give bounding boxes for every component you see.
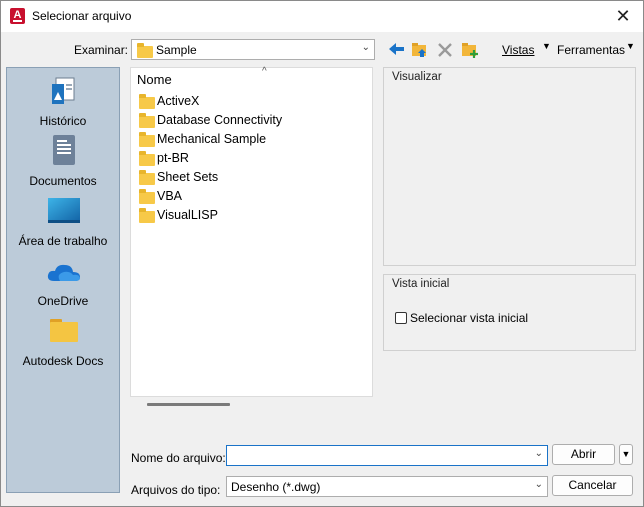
place-onedrive[interactable]: OneDrive	[7, 252, 119, 310]
filetype-label: Arquivos do tipo:	[131, 483, 221, 497]
up-one-level-button[interactable]	[410, 40, 430, 60]
initial-view-group: Vista inicial Selecionar vista inicial	[383, 274, 636, 351]
folder-icon	[50, 319, 78, 342]
documents-icon	[53, 135, 75, 165]
delete-icon	[438, 43, 452, 57]
list-item-label: Database Connectivity	[157, 113, 283, 127]
open-label: Abrir	[570, 447, 597, 461]
folder-icon	[139, 189, 155, 204]
close-button[interactable]: ✕	[603, 1, 643, 32]
place-desktop[interactable]: Área de trabalho	[7, 192, 119, 250]
select-file-dialog: A Selecionar arquivo ✕ Examinar: Sample …	[0, 0, 644, 507]
chevron-down-icon: ⌄	[534, 448, 543, 459]
views-label: Vistas	[502, 43, 535, 57]
look-in-value: Sample	[156, 43, 197, 57]
up-folder-icon	[412, 43, 426, 57]
folder-icon	[137, 43, 153, 58]
tools-menu[interactable]: Ferramentas	[557, 43, 625, 57]
open-options-button[interactable]: ▼	[619, 444, 633, 465]
chevron-down-icon: ⌄	[534, 479, 543, 490]
place-label: Histórico	[39, 114, 87, 128]
tools-dropdown-arrow-icon[interactable]: ▼	[626, 41, 635, 51]
back-button[interactable]	[386, 40, 406, 60]
filetype-value: Desenho (*.dwg)	[231, 480, 321, 494]
dropdown-arrow-icon: ▼	[621, 449, 631, 459]
delete-button[interactable]	[435, 40, 455, 60]
list-item-label: pt-BR	[157, 151, 189, 165]
back-arrow-icon	[389, 43, 404, 55]
place-autodesk-docs[interactable]: Autodesk Docs	[7, 312, 119, 370]
desktop-icon	[48, 198, 80, 223]
folder-icon	[139, 208, 155, 223]
sort-ascending-icon: ^	[262, 66, 267, 77]
folder-icon	[139, 113, 155, 128]
places-bar: Histórico Documentos Área de trabalho On…	[6, 67, 120, 493]
place-label: Área de trabalho	[18, 234, 108, 248]
list-item-label: Sheet Sets	[157, 170, 219, 184]
folder-icon	[139, 170, 155, 185]
preview-title: Visualizar	[392, 71, 442, 83]
look-in-label: Examinar:	[74, 43, 129, 57]
look-in-dropdown[interactable]: Sample ⌄	[131, 39, 375, 60]
horizontal-scrollbar-thumb[interactable]	[147, 403, 230, 406]
place-history[interactable]: Histórico	[7, 72, 119, 130]
place-label: OneDrive	[37, 294, 89, 308]
filetype-dropdown[interactable]: Desenho (*.dwg) ⌄	[226, 476, 548, 497]
list-item-label: Mechanical Sample	[157, 132, 267, 146]
views-menu[interactable]: Vistas	[502, 43, 534, 57]
select-initial-view-checkbox[interactable]	[395, 312, 407, 324]
select-initial-view-label: Selecionar vista inicial	[410, 311, 529, 325]
preview-panel: Visualizar	[383, 67, 636, 266]
folder-icon	[139, 132, 155, 147]
window-title: Selecionar arquivo	[32, 9, 132, 23]
column-header-name[interactable]: Nome	[137, 72, 172, 87]
views-dropdown-arrow-icon[interactable]: ▼	[542, 41, 551, 51]
list-item-label: ActiveX	[157, 94, 200, 108]
new-folder-icon	[462, 43, 478, 58]
tools-label: Ferramentas	[557, 43, 626, 57]
new-folder-button[interactable]	[460, 40, 480, 60]
place-label: Autodesk Docs	[22, 354, 104, 368]
initial-view-title: Vista inicial	[392, 278, 450, 290]
title-bar: A Selecionar arquivo ✕	[1, 1, 643, 32]
list-item-label: VisualLISP	[157, 208, 218, 222]
autocad-app-icon: A	[10, 8, 25, 24]
onedrive-cloud-icon	[47, 264, 80, 281]
file-list[interactable]: ^ Nome ActiveX Database Connectivity Mec…	[130, 66, 373, 397]
history-icon	[52, 77, 75, 104]
filename-input[interactable]: ⌄	[226, 445, 548, 466]
filename-label: Nome do arquivo:	[131, 451, 226, 465]
place-documents[interactable]: Documentos	[7, 132, 119, 190]
cancel-label: Cancelar	[568, 478, 617, 492]
chevron-down-icon: ⌄	[361, 42, 370, 53]
app-icon-letter: A	[13, 9, 22, 21]
cancel-button[interactable]: Cancelar	[552, 475, 633, 496]
place-label: Documentos	[29, 174, 97, 188]
close-icon: ✕	[615, 6, 631, 26]
folder-icon	[139, 151, 155, 166]
list-item-label: VBA	[157, 189, 183, 203]
open-button[interactable]: Abrir	[552, 444, 615, 465]
folder-icon	[139, 94, 155, 109]
